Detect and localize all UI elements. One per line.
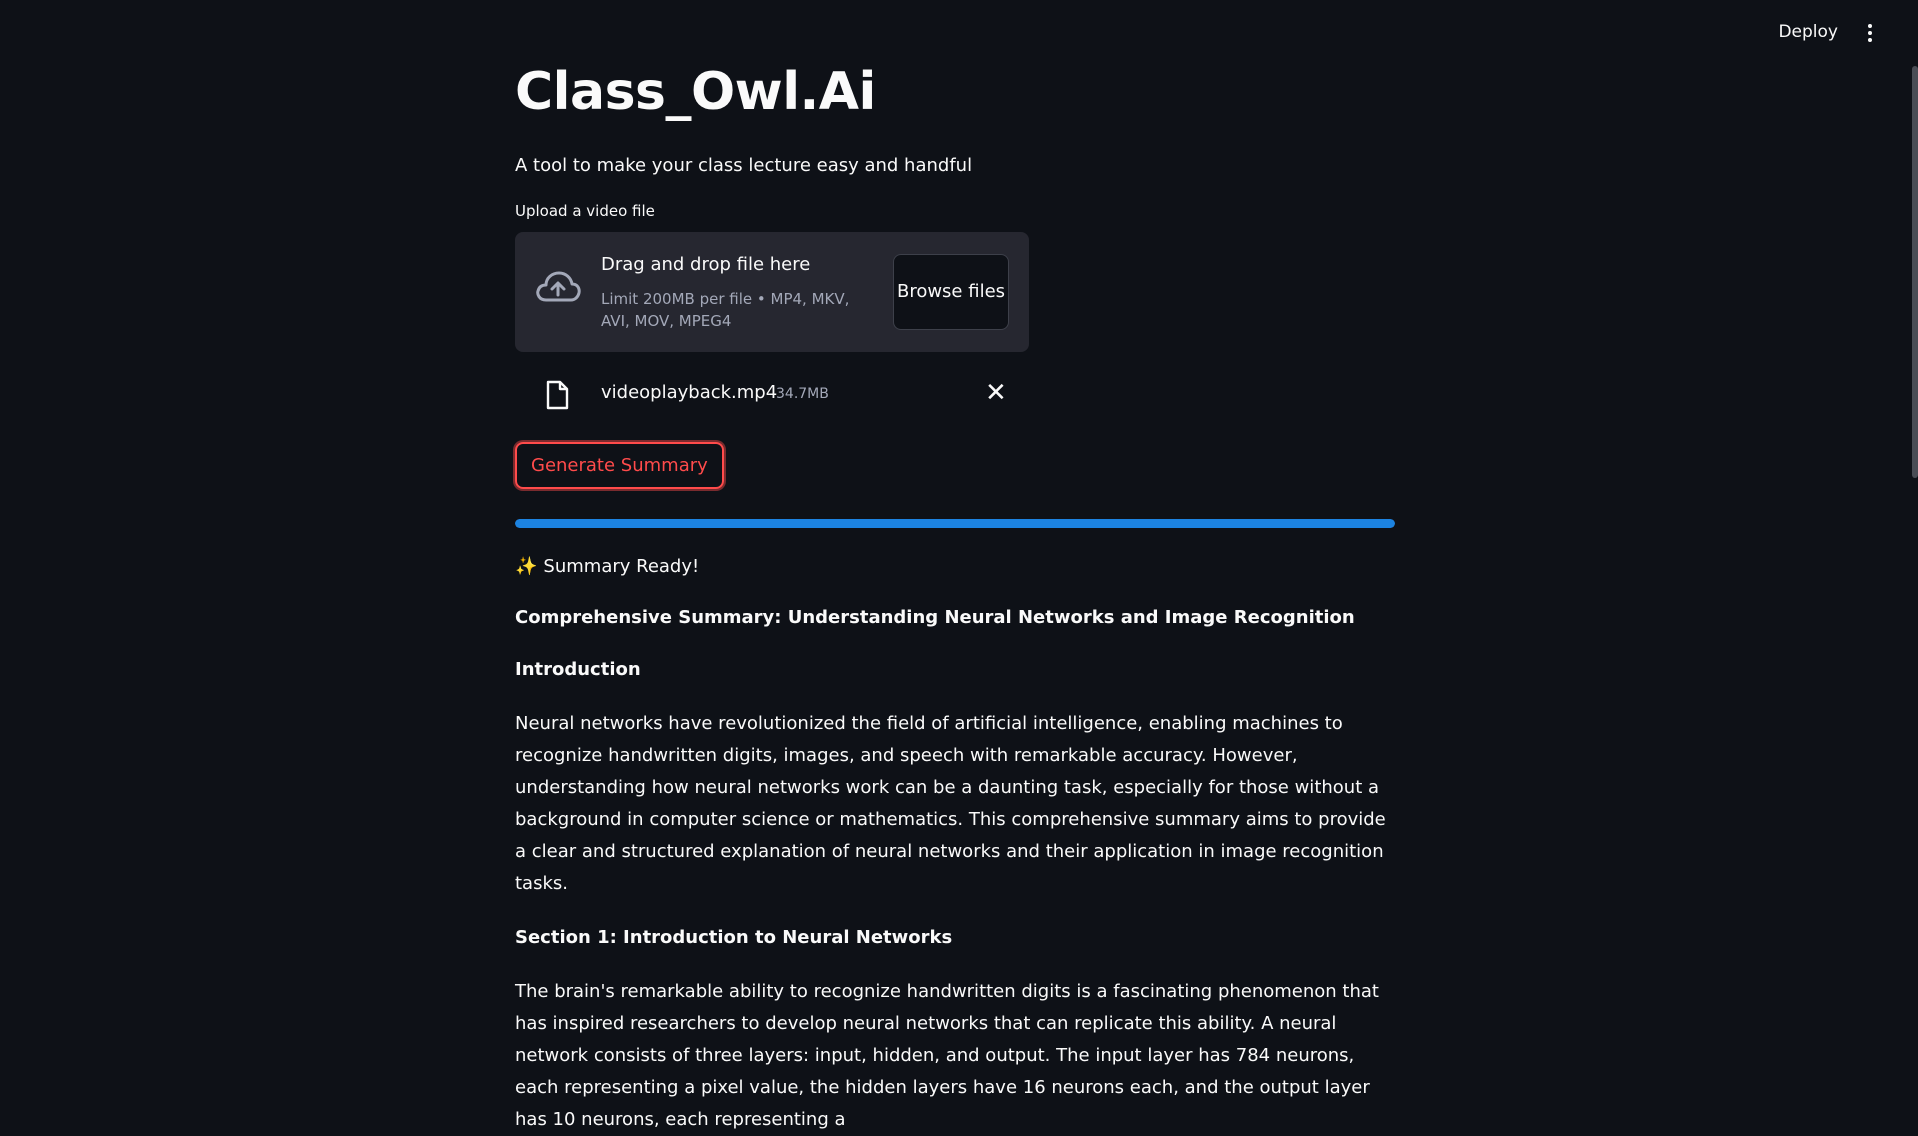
summary-title: Comprehensive Summary: Understanding Neu…: [515, 607, 1355, 628]
file-name: videoplayback.mp4: [601, 382, 778, 403]
summary-ready-text: Summary Ready!: [543, 556, 700, 577]
progress-bar-fill: [515, 519, 1395, 528]
generate-summary-button[interactable]: Generate Summary: [515, 442, 724, 489]
file-size: 34.7MB: [776, 386, 829, 402]
page-title: Class_Owl.Ai: [515, 62, 876, 122]
file-dropzone[interactable]: Drag and drop file here Limit 200MB per …: [515, 232, 1029, 352]
progress-bar: [515, 519, 1395, 528]
intro-heading: Introduction: [515, 659, 641, 680]
file-icon: [546, 380, 569, 410]
deploy-button[interactable]: Deploy: [1778, 22, 1838, 42]
remove-file-icon[interactable]: ✕: [985, 378, 1007, 408]
summary-ready-message: ✨ Summary Ready!: [515, 554, 1395, 580]
upload-label: Upload a video file: [515, 202, 655, 220]
section1-paragraph: The brain's remarkable ability to recogn…: [515, 981, 1379, 1130]
sparkles-icon: ✨: [515, 556, 538, 577]
uploaded-file-row: videoplayback.mp4 34.7MB ✕: [515, 352, 1029, 432]
section1-heading: Section 1: Introduction to Neural Networ…: [515, 927, 953, 948]
browse-files-label: Browse files: [896, 281, 1006, 302]
kebab-menu-icon[interactable]: [1866, 24, 1874, 46]
page-subtitle: A tool to make your class lecture easy a…: [515, 155, 973, 176]
browse-files-button[interactable]: Browse files: [893, 254, 1009, 330]
scrollbar[interactable]: [1912, 66, 1918, 478]
intro-paragraph: Neural networks have revolutionized the …: [515, 713, 1386, 894]
main-content: Class_Owl.Ai A tool to make your class l…: [515, 56, 1395, 1136]
dropzone-limit-text: Limit 200MB per file • MP4, MKV, AVI, MO…: [601, 290, 850, 330]
dropzone-title: Drag and drop file here: [601, 254, 811, 275]
cloud-upload-icon: [536, 271, 581, 302]
